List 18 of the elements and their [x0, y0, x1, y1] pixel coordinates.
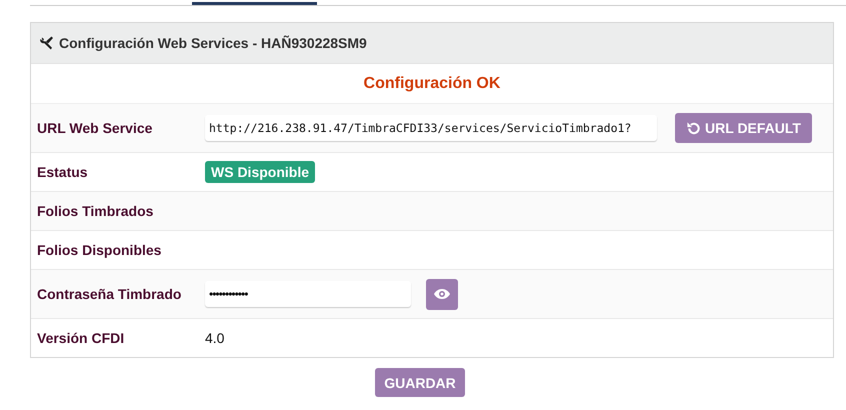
field-label: Contraseña Timbrado [37, 286, 182, 302]
show-password-button[interactable] [426, 278, 458, 310]
field-label: Folios Timbrados [37, 203, 154, 219]
undo-icon [686, 120, 702, 136]
status-badge: WS Disponible [205, 161, 315, 183]
panel-title: Configuración Web Services - HAÑ930228SM9 [59, 35, 367, 51]
password-field[interactable]: •••••••••••• [205, 281, 411, 307]
eye-icon [433, 288, 451, 300]
field-label: Estatus [37, 164, 89, 180]
field-value: 4.0 [205, 330, 224, 346]
url-input-field[interactable]: http://216.238.91.47/TimbraCFDI33/services/ServicioTimbrado1? [205, 115, 657, 141]
tools-icon [39, 35, 55, 51]
status-message: Configuración OK [364, 74, 500, 92]
field-label: Versión CFDI [37, 330, 126, 346]
field-label: URL Web Service [37, 120, 154, 136]
url-default-button[interactable]: URL DEFAULT [675, 113, 812, 143]
field-label: Folios Disponibles [37, 242, 162, 258]
save-button[interactable]: GUARDAR [375, 368, 465, 397]
